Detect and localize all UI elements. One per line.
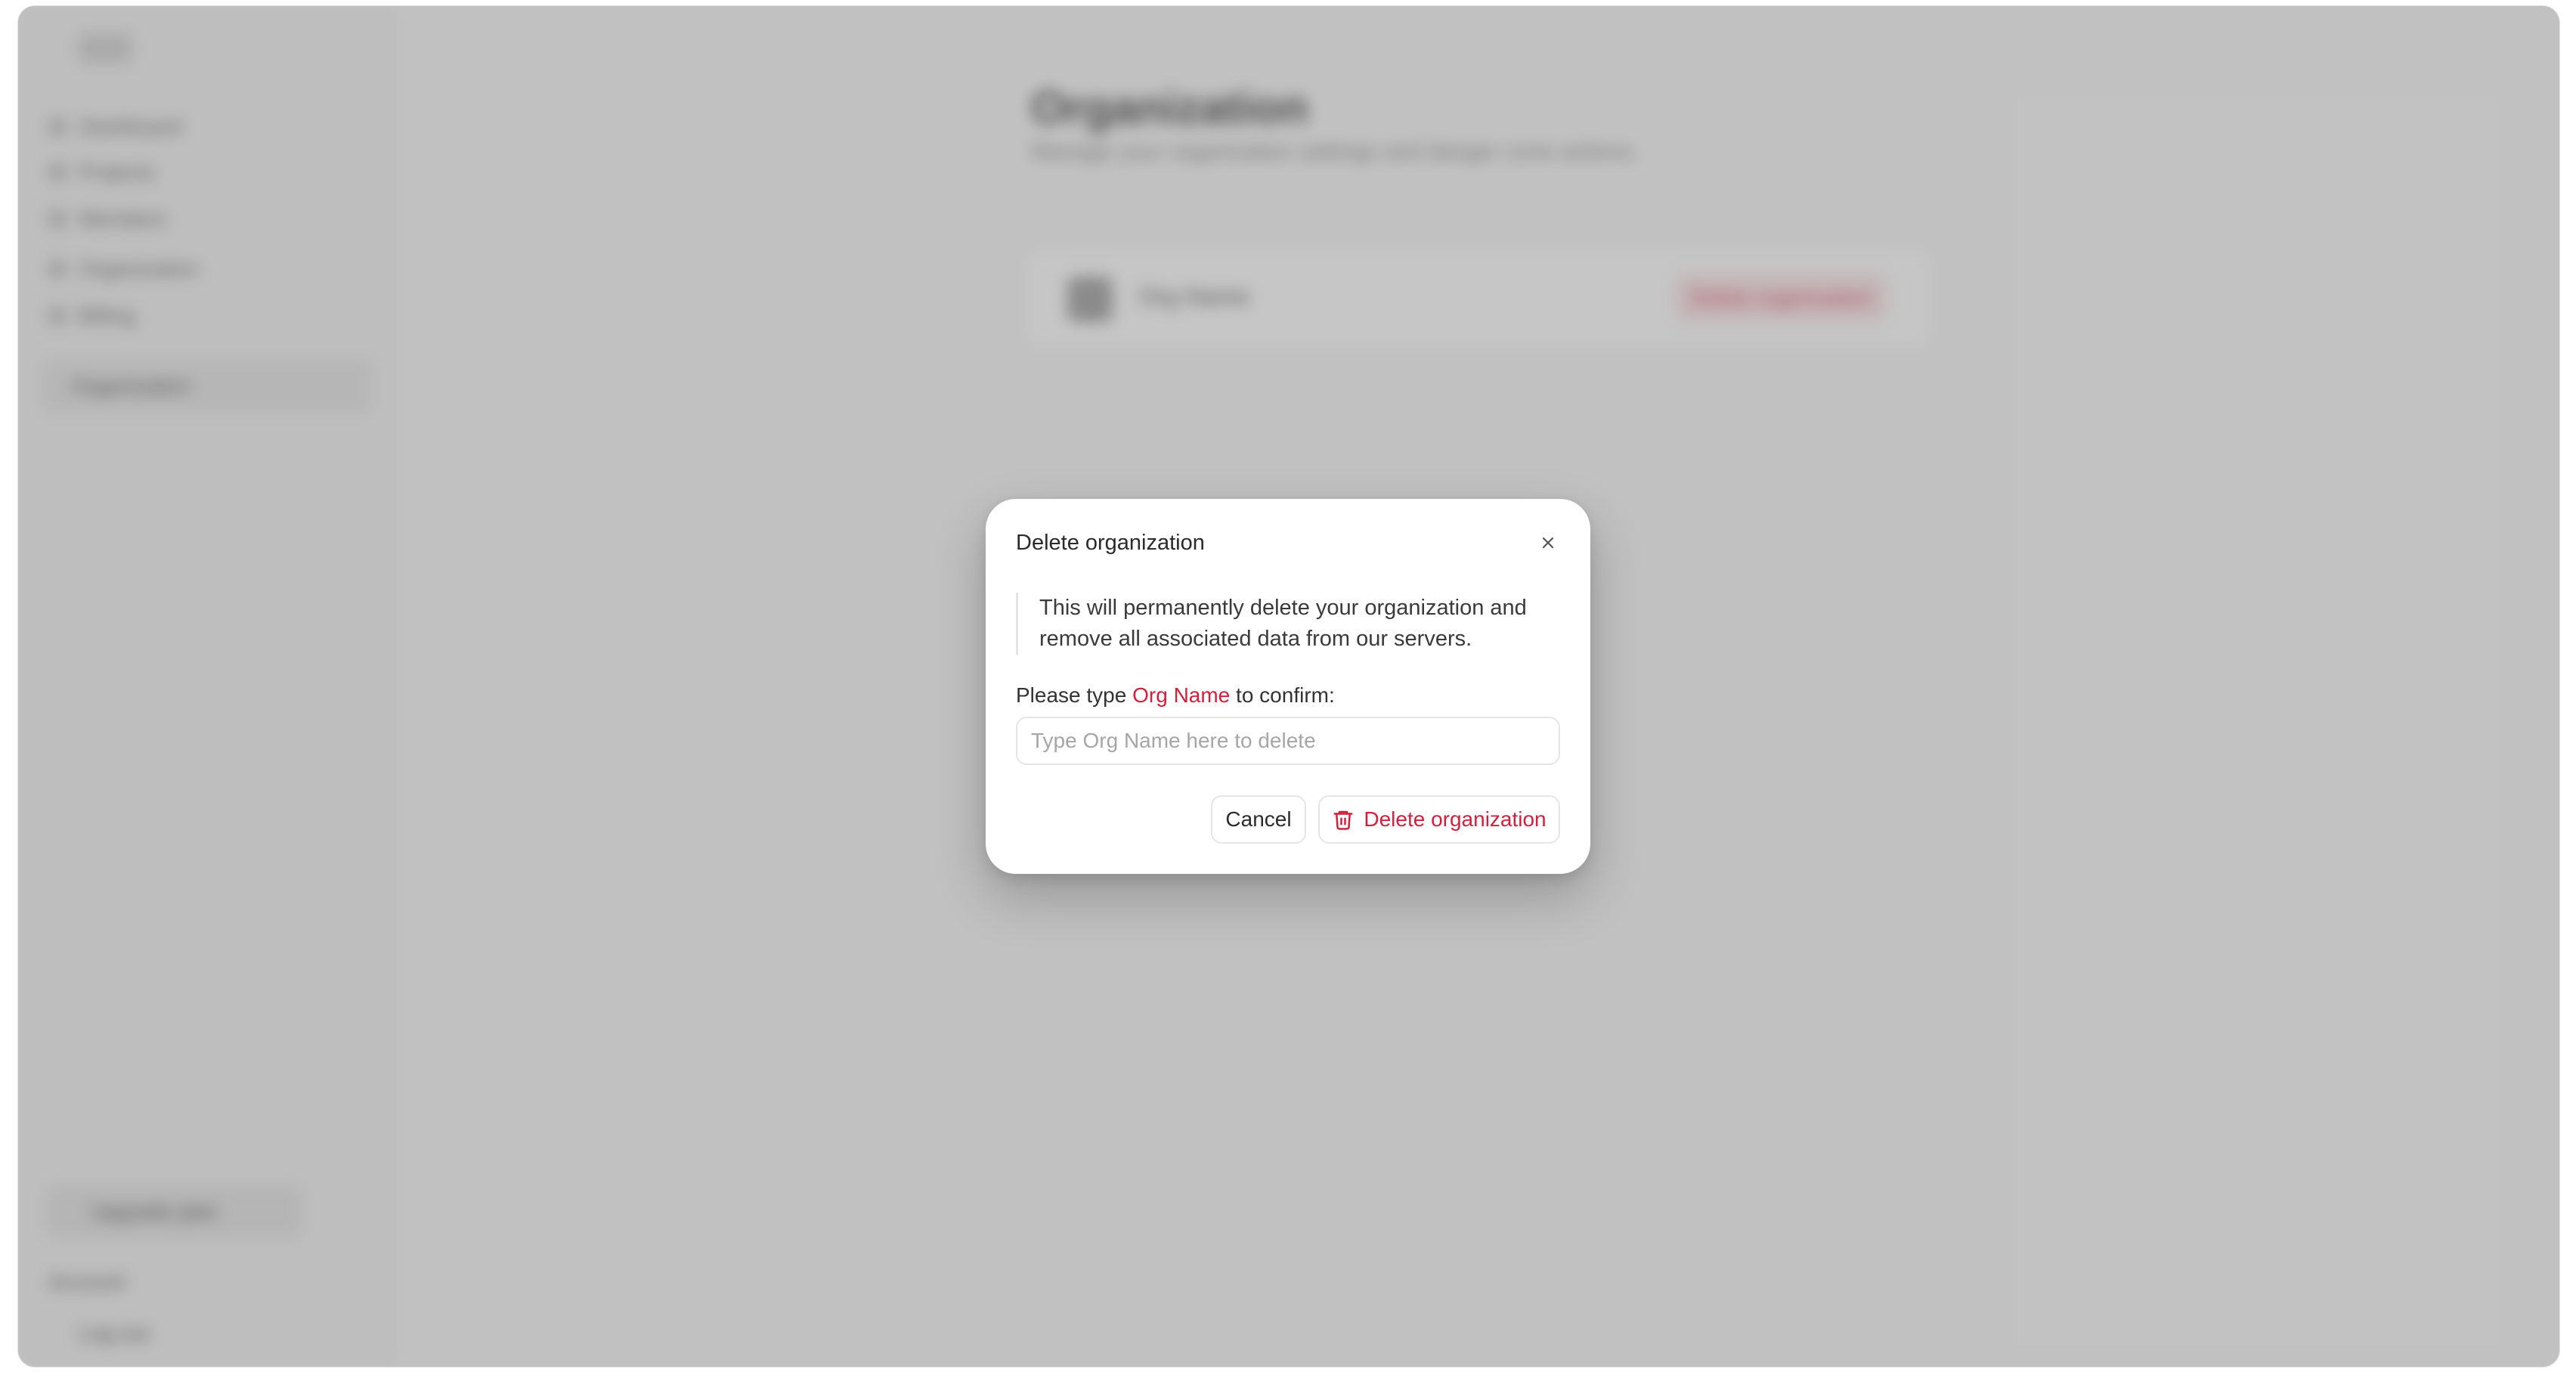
confirm-suffix: to confirm: xyxy=(1236,683,1335,707)
delete-organization-dialog: Delete organization This will permanentl… xyxy=(986,499,1590,874)
dialog-title: Delete organization xyxy=(1016,531,1205,555)
delete-button-label: Delete organization xyxy=(1364,807,1547,831)
confirm-label: Please type Org Name to confirm: xyxy=(1016,683,1335,708)
delete-organization-button[interactable]: Delete organization xyxy=(1318,795,1560,844)
confirm-prefix: Please type xyxy=(1016,683,1127,707)
dialog-description: This will permanently delete your organi… xyxy=(1016,593,1560,655)
trash-icon xyxy=(1332,808,1355,831)
confirm-org-name-input[interactable] xyxy=(1016,717,1560,765)
confirm-org-name: Org Name xyxy=(1132,683,1231,707)
close-icon xyxy=(1542,537,1554,549)
app-window: Dashboard Projects Members Organization … xyxy=(18,6,2559,1367)
close-button[interactable] xyxy=(1533,528,1563,558)
cancel-button[interactable]: Cancel xyxy=(1211,795,1306,844)
